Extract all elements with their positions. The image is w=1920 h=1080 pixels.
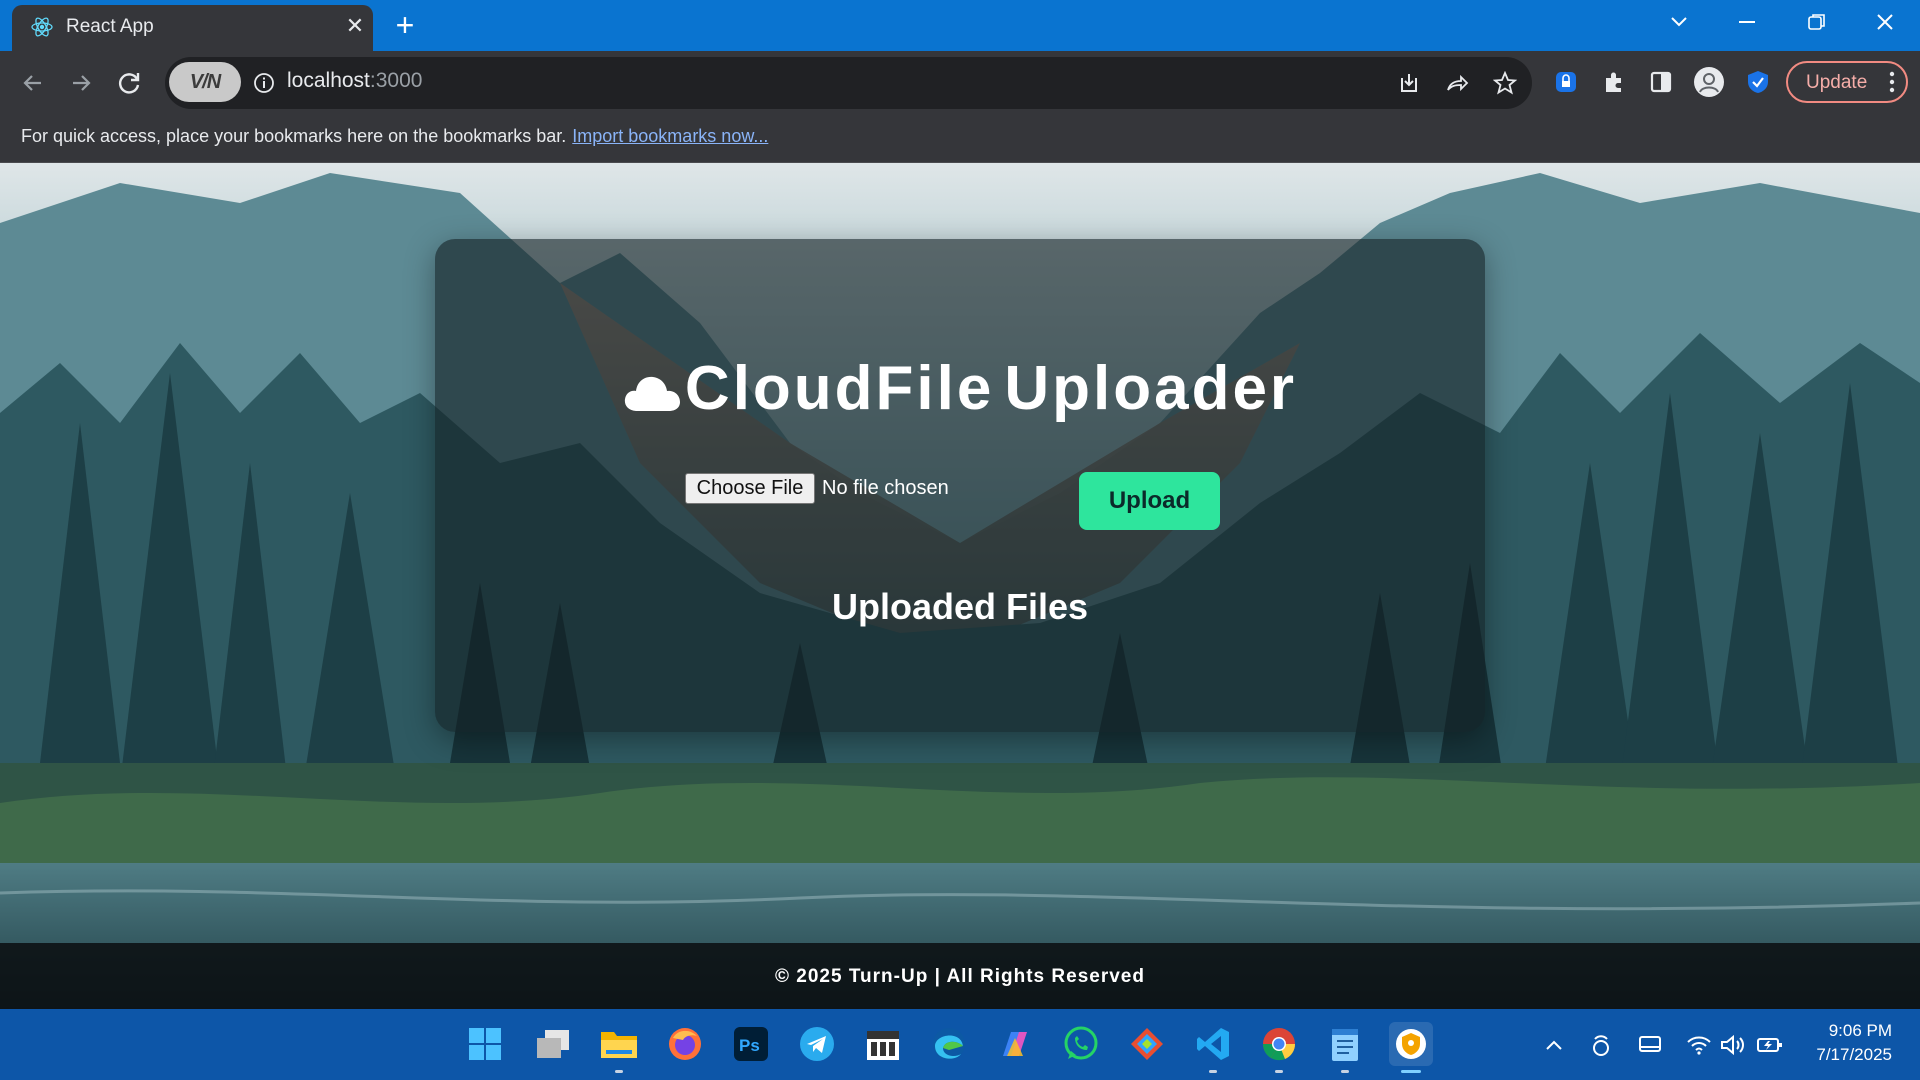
update-button[interactable]: Update [1786, 61, 1908, 103]
minimize-icon[interactable] [1712, 0, 1782, 44]
running-indicator [615, 1070, 623, 1073]
battery-icon[interactable] [1756, 1031, 1784, 1059]
system-clock[interactable]: 9:06 PM 7/17/2025 [1816, 1019, 1892, 1067]
page-footer: © 2025 Turn-Up | All Rights Reserved [0, 943, 1920, 1009]
taskbar: Ps 9:06 PM 7/17/2025 [0, 1009, 1920, 1080]
upload-card: CloudFile Uploader Choose File No file ch… [435, 239, 1485, 732]
git-client-icon[interactable] [1125, 1022, 1169, 1066]
clock-date: 7/17/2025 [1816, 1045, 1892, 1064]
address-bar[interactable]: V/N localhost:3000 [165, 57, 1532, 109]
side-panel-icon[interactable] [1645, 66, 1677, 98]
running-indicator [1275, 1070, 1283, 1073]
app-title-word-2: Uploader [1004, 354, 1298, 423]
upload-button[interactable]: Upload [1079, 472, 1220, 530]
vpn-app-icon[interactable] [1389, 1022, 1433, 1066]
footer-copyright: © 2025 Turn-Up | All Rights Reserved [775, 966, 1145, 987]
react-logo-icon [31, 17, 53, 37]
whatsapp-icon[interactable] [1059, 1022, 1103, 1066]
bookmarks-bar: For quick access, place your bookmarks h… [0, 114, 1920, 163]
tab-strip: React App ✕ + [0, 0, 1920, 51]
choose-file-button[interactable]: Choose File [685, 473, 815, 504]
password-manager-icon[interactable] [1550, 66, 1582, 98]
display-icon[interactable] [1636, 1031, 1664, 1059]
tab-title: React App [66, 16, 154, 37]
windows-start-icon[interactable] [463, 1022, 507, 1066]
running-indicator [1209, 1070, 1217, 1073]
no-file-label: No file chosen [822, 477, 949, 499]
cloud-icon [624, 376, 680, 411]
volume-icon[interactable] [1719, 1031, 1747, 1059]
back-icon[interactable] [13, 63, 53, 103]
extensions-icon[interactable] [1598, 66, 1630, 98]
app-title: CloudFile Uploader [435, 353, 1485, 424]
copilot-icon[interactable] [993, 1022, 1037, 1066]
install-app-icon[interactable] [1395, 69, 1423, 97]
url-port: :3000 [369, 69, 423, 92]
close-tab-icon[interactable]: ✕ [342, 13, 368, 39]
tab-search-icon[interactable] [1644, 0, 1714, 44]
wifi-icon[interactable] [1685, 1031, 1713, 1059]
photoshop-icon[interactable]: Ps [729, 1022, 773, 1066]
task-view-icon[interactable] [531, 1022, 575, 1066]
new-tab-button[interactable]: + [388, 8, 422, 42]
active-indicator [1401, 1070, 1421, 1073]
url-host: localhost [287, 69, 370, 92]
reload-icon[interactable] [109, 63, 149, 103]
close-window-icon[interactable] [1850, 0, 1920, 44]
browser-tab[interactable]: React App ✕ [12, 5, 373, 51]
uploaded-files-heading: Uploaded Files [831, 586, 1089, 627]
clock-time: 9:06 PM [1828, 1021, 1892, 1040]
security-shield-icon[interactable] [1742, 66, 1774, 98]
forward-icon[interactable] [61, 63, 101, 103]
site-info-icon[interactable] [253, 72, 275, 94]
url-text: localhost:3000 [287, 69, 422, 93]
notepad-icon[interactable] [1323, 1022, 1367, 1066]
firefox-icon[interactable] [663, 1022, 707, 1066]
photoshop-label: Ps [739, 1036, 760, 1055]
show-hidden-icons-icon[interactable] [1540, 1031, 1568, 1059]
share-icon[interactable] [1443, 69, 1471, 97]
file-explorer-icon[interactable] [597, 1022, 641, 1066]
onedrive-sync-icon[interactable] [1587, 1031, 1615, 1059]
vpn-extension-icon[interactable]: V/N [169, 62, 241, 102]
edge-icon[interactable] [927, 1022, 971, 1066]
restore-icon[interactable] [1782, 0, 1852, 44]
telegram-icon[interactable] [795, 1022, 839, 1066]
page-viewport: CloudFile Uploader Choose File No file ch… [0, 163, 1920, 1009]
vscode-icon[interactable] [1191, 1022, 1235, 1066]
calendar-app-icon[interactable] [861, 1022, 905, 1066]
update-label: Update [1806, 72, 1868, 93]
kebab-menu-icon[interactable] [1888, 70, 1896, 94]
profile-avatar-icon[interactable] [1693, 66, 1725, 98]
import-bookmarks-link[interactable]: Import bookmarks now... [572, 126, 768, 146]
browser-toolbar: V/N localhost:3000 Update [0, 51, 1920, 114]
bookmarks-message: For quick access, place your bookmarks h… [21, 126, 768, 147]
bookmarks-hint: For quick access, place your bookmarks h… [21, 126, 567, 146]
bookmark-star-icon[interactable] [1491, 69, 1519, 97]
app-title-word-1: CloudFile [684, 354, 995, 423]
chrome-icon[interactable] [1257, 1022, 1301, 1066]
running-indicator [1341, 1070, 1349, 1073]
